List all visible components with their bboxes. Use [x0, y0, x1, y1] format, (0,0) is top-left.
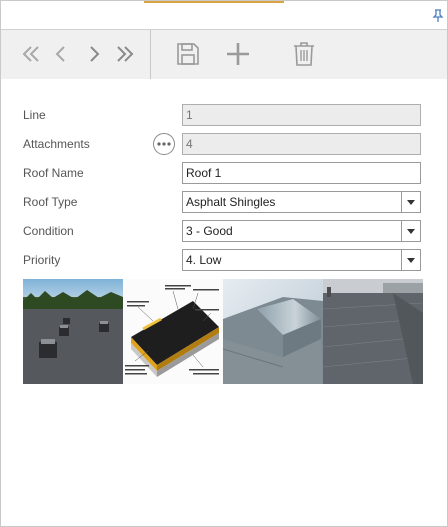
attachments-field: 4: [182, 133, 421, 155]
roof-name-label: Roof Name: [23, 166, 84, 180]
roof-name-input[interactable]: Roof 1: [182, 162, 421, 184]
roof-type-value: Asphalt Shingles: [186, 195, 276, 209]
next-record-button[interactable]: [79, 39, 109, 69]
attachments-more-button[interactable]: [153, 133, 175, 155]
attachments-label: Attachments: [23, 137, 90, 151]
double-chevron-right-icon: [117, 46, 134, 62]
attachments-row: Attachments 4: [1, 133, 447, 157]
condition-row: Condition 3 - Good: [1, 220, 447, 244]
priority-value: 4. Low: [186, 253, 222, 267]
toolbar-divider: [150, 30, 151, 79]
panel-titlebar: [1, 1, 447, 30]
roof-membrane-diagram-photo[interactable]: [123, 279, 223, 384]
double-chevron-left-icon: [22, 46, 39, 62]
priority-label: Priority: [23, 253, 61, 267]
roof-name-row: Roof Name Roof 1: [1, 162, 447, 186]
gray-roof-surface-photo[interactable]: [323, 279, 423, 384]
chevron-left-icon: [55, 46, 65, 62]
caret-down-icon: [407, 228, 415, 234]
priority-dropdown-button[interactable]: [401, 250, 420, 270]
trash-icon: [294, 42, 314, 66]
flat-roof-with-hvac-units-photo[interactable]: [23, 279, 123, 384]
roof-type-select[interactable]: Asphalt Shingles: [182, 191, 421, 213]
roof-type-label: Roof Type: [23, 195, 78, 209]
active-tab-accent: [144, 1, 284, 3]
priority-row: Priority 4. Low: [1, 249, 447, 273]
details-panel: Line 1 Attachments 4 Roof Name Roof 1 Ro…: [0, 0, 448, 527]
caret-down-icon: [407, 257, 415, 263]
add-button[interactable]: [223, 39, 253, 69]
first-record-button[interactable]: [16, 39, 46, 69]
priority-select[interactable]: 4. Low: [182, 249, 421, 271]
line-label: Line: [23, 108, 46, 122]
delete-button[interactable]: [289, 39, 319, 69]
previous-record-button[interactable]: [46, 39, 76, 69]
plus-icon: [227, 43, 249, 65]
condition-dropdown-button[interactable]: [401, 221, 420, 241]
caret-down-icon: [407, 199, 415, 205]
record-toolbar: [1, 30, 447, 79]
condition-label: Condition: [23, 224, 74, 238]
metal-roof-edge-photo[interactable]: [223, 279, 323, 384]
roof-type-dropdown-button[interactable]: [401, 192, 420, 212]
condition-value: 3 - Good: [186, 224, 233, 238]
line-field: 1: [182, 104, 421, 126]
attachment-photos: [23, 279, 423, 384]
save-icon: [177, 43, 199, 65]
save-button[interactable]: [173, 39, 203, 69]
line-row: Line 1: [1, 104, 447, 128]
last-record-button[interactable]: [110, 39, 140, 69]
roof-type-row: Roof Type Asphalt Shingles: [1, 191, 447, 215]
pin-icon[interactable]: [432, 9, 444, 23]
chevron-right-icon: [90, 46, 100, 62]
condition-select[interactable]: 3 - Good: [182, 220, 421, 242]
more-dots-icon: [157, 142, 171, 146]
